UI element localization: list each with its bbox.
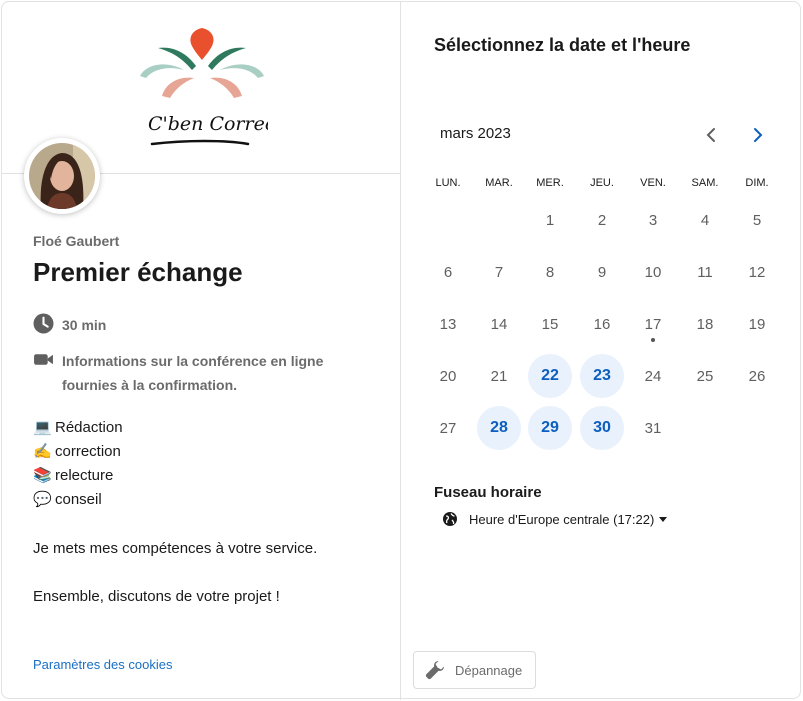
calendar-day: 14 [490,315,508,333]
list-item: 📚 relecture [33,464,123,488]
host-avatar [24,138,100,214]
calendar-day: 31 [644,419,662,437]
calendar-day-available[interactable]: 29 [528,406,572,450]
video-camera-icon [34,354,53,365]
calendar-day: 2 [597,211,607,229]
calendar-day: 11 [697,263,713,281]
weekday-label: SAM. [691,177,719,189]
calendar-day: 25 [696,367,714,385]
timezone-selector[interactable]: Heure d'Europe centrale (17:22) [442,511,668,527]
host-photo [29,143,95,209]
laptop-icon: 💻 [33,419,52,436]
list-item-text: relecture [55,467,114,484]
weekday-label: MAR. [485,177,513,189]
conference-row: Informations sur la conférence en ligne … [33,349,363,397]
duration-text: 30 min [62,317,107,333]
calendar-day: 7 [494,263,504,281]
description-list: 💻 Rédaction ✍️ correction 📚 relecture 💬 cons… [33,416,123,512]
speech-bubble-icon: 💬 [33,491,52,508]
weekday-label: LUN. [435,177,461,189]
calendar-day: 10 [644,263,662,281]
wrench-icon [425,661,444,680]
list-item-text: correction [55,443,121,460]
booking-card: C'ben Correc' Floé Gaubert Premier échan… [1,1,802,700]
calendar-day: 5 [752,211,762,229]
calendar-day: 19 [748,315,766,333]
troubleshoot-label: Dépannage [455,662,523,678]
writing-hand-icon: ✍️ [33,443,52,460]
caret-down-icon [659,516,668,522]
calendar-day: 16 [593,315,611,333]
duration-row: 30 min [33,313,106,337]
conference-text: Informations sur la conférence en ligne … [62,353,324,393]
calendar-day: 18 [696,315,714,333]
calendar-day: 15 [541,315,559,333]
calendar-day-available[interactable]: 30 [580,406,624,450]
calendar-day: 6 [443,263,453,281]
calendar-day-available[interactable]: 22 [528,354,572,398]
scheduler-heading: Sélectionnez la date et l'heure [434,35,691,55]
list-item-text: Rédaction [55,419,123,436]
weekday-label: JEU. [590,177,614,189]
event-details-panel: C'ben Correc' Floé Gaubert Premier échan… [2,2,401,700]
calendar-day-available[interactable]: 23 [580,354,624,398]
previous-month-button[interactable] [702,124,722,146]
calendar-day: 3 [648,211,658,229]
brand-logo-text: C'ben Correc' [148,113,268,135]
event-title: Premier échange [33,257,243,287]
weekday-label: MER. [536,177,564,189]
brand-logo: C'ben Correc' [140,28,268,146]
calendar-day: 20 [439,367,457,385]
timezone-value: Heure d'Europe centrale (17:22) [469,511,655,527]
globe-icon [443,512,457,526]
list-item: ✍️ correction [33,440,123,464]
weekday-label: DIM. [745,177,769,189]
today-indicator [651,338,655,342]
calendar-day-available[interactable]: 28 [477,406,521,450]
list-item-text: conseil [55,491,102,508]
calendar-day: 27 [439,419,457,437]
description-paragraph: Je mets mes compétences à votre service. [33,540,318,557]
next-month-button[interactable] [748,124,768,146]
calendar-day: 8 [545,263,555,281]
clock-icon [33,313,54,334]
description-paragraph: Ensemble, discutons de votre projet ! [33,588,280,605]
host-name: Floé Gaubert [33,233,120,249]
month-label: mars 2023 [440,125,511,142]
list-item: 💻 Rédaction [33,416,123,440]
cookie-settings-link[interactable]: Paramètres des cookies [33,657,172,672]
calendar-day: 24 [644,367,662,385]
calendar-day: 1 [545,211,555,229]
calendar-day: 4 [700,211,710,229]
calendar-day: 21 [490,367,508,385]
weekday-label: VEN. [640,177,666,189]
scheduler-panel: Sélectionnez la date et l'heure mars 202… [402,2,802,700]
books-icon: 📚 [33,467,52,484]
list-item: 💬 conseil [33,488,123,512]
timezone-label: Fuseau horaire [434,484,542,501]
calendar-day: 13 [439,315,457,333]
troubleshoot-button[interactable]: Dépannage [413,651,536,689]
calendar-day: 9 [597,263,607,281]
calendar-day: 12 [748,263,766,281]
calendar-day: 26 [748,367,766,385]
